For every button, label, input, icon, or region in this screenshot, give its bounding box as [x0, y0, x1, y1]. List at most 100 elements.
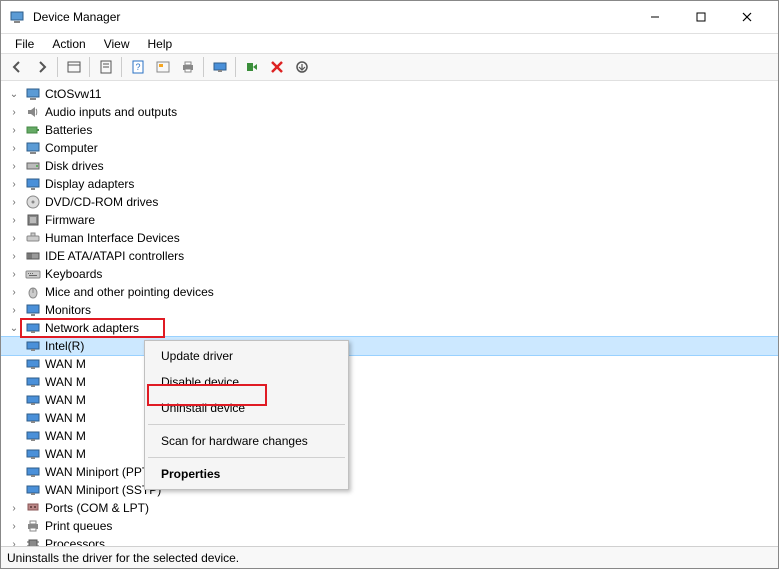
app-icon: [9, 9, 25, 25]
network-adapter-icon: [25, 428, 41, 444]
scan-button[interactable]: [208, 56, 232, 78]
menu-help[interactable]: Help: [140, 35, 181, 53]
tree-device[interactable]: WAN M: [1, 427, 778, 445]
print-button[interactable]: [176, 56, 200, 78]
tree-category[interactable]: ›Audio inputs and outputs: [1, 103, 778, 121]
tree-category[interactable]: ›Keyboards: [1, 265, 778, 283]
category-icon: [25, 122, 41, 138]
spacer: [7, 339, 21, 353]
expand-icon[interactable]: ›: [7, 231, 21, 245]
enable-button[interactable]: [240, 56, 264, 78]
show-hidden-button[interactable]: [62, 56, 86, 78]
minimize-button[interactable]: [632, 1, 678, 33]
expand-icon[interactable]: ›: [7, 105, 21, 119]
category-icon: [25, 104, 41, 120]
tree-category[interactable]: ›Firmware: [1, 211, 778, 229]
expand-icon[interactable]: ›: [7, 177, 21, 191]
expand-icon[interactable]: ›: [7, 195, 21, 209]
tree-category[interactable]: ⌄Network adapters: [1, 319, 778, 337]
expand-icon[interactable]: ›: [7, 249, 21, 263]
category-label: Batteries: [45, 123, 92, 137]
tree-category[interactable]: › Batteries: [1, 121, 778, 139]
tree-category[interactable]: › Processors: [1, 535, 778, 546]
network-adapter-icon: [25, 392, 41, 408]
category-icon: [25, 518, 41, 534]
context-update-driver[interactable]: Update driver: [147, 343, 346, 369]
tree-category[interactable]: ›Monitors: [1, 301, 778, 319]
tree-root-label: CtOSvw11: [45, 87, 101, 101]
expand-icon[interactable]: ›: [7, 537, 21, 546]
tree-device[interactable]: WAN M: [1, 373, 778, 391]
close-button[interactable]: [724, 1, 770, 33]
forward-button[interactable]: [30, 56, 54, 78]
spacer: [7, 465, 21, 479]
device-label: WAN M: [45, 411, 86, 425]
device-tree[interactable]: ⌄ CtOSvw11 ›Audio inputs and outputs›Bat…: [1, 81, 778, 546]
context-separator: [148, 424, 345, 425]
spacer: [7, 375, 21, 389]
tree-device[interactable]: WAN Miniport (SSTP): [1, 481, 778, 499]
tree-category[interactable]: ›Computer: [1, 139, 778, 157]
spacer: [7, 483, 21, 497]
tree-category[interactable]: ›Print queues: [1, 517, 778, 535]
expand-icon[interactable]: ›: [7, 141, 21, 155]
expand-icon[interactable]: ›: [7, 159, 21, 173]
spacer: [7, 393, 21, 407]
device-label: Intel(R): [45, 339, 84, 353]
tree-device[interactable]: WAN M: [1, 391, 778, 409]
network-adapter-icon: [25, 482, 41, 498]
collapse-icon[interactable]: ⌄: [7, 321, 21, 335]
expand-icon[interactable]: ›: [7, 285, 21, 299]
expand-icon[interactable]: ›: [7, 267, 21, 281]
category-label: Human Interface Devices: [45, 231, 180, 245]
menu-file[interactable]: File: [7, 35, 42, 53]
context-uninstall-device[interactable]: Uninstall device: [147, 395, 346, 421]
tree-category[interactable]: › DVD/CD-ROM drives: [1, 193, 778, 211]
expand-icon[interactable]: ›: [7, 123, 21, 137]
expand-icon[interactable]: ›: [7, 213, 21, 227]
category-icon: [25, 302, 41, 318]
tree-root[interactable]: ⌄ CtOSvw11: [1, 85, 778, 103]
uninstall-button[interactable]: [265, 56, 289, 78]
menu-view[interactable]: View: [96, 35, 138, 53]
category-label: DVD/CD-ROM drives: [45, 195, 158, 209]
category-label: Processors: [45, 537, 105, 546]
tree-category[interactable]: ›Display adapters: [1, 175, 778, 193]
menu-action[interactable]: Action: [44, 35, 93, 53]
category-icon: [25, 176, 41, 192]
collapse-icon[interactable]: ⌄: [7, 87, 21, 101]
expand-icon[interactable]: ›: [7, 303, 21, 317]
update-button[interactable]: [290, 56, 314, 78]
category-icon: [25, 536, 41, 546]
maximize-button[interactable]: [678, 1, 724, 33]
device-label: WAN M: [45, 357, 86, 371]
tree-category[interactable]: ›Disk drives: [1, 157, 778, 175]
context-disable-device[interactable]: Disable device: [147, 369, 346, 395]
context-scan-hardware[interactable]: Scan for hardware changes: [147, 428, 346, 454]
tree-device[interactable]: Intel(R): [1, 337, 778, 355]
category-icon: [25, 320, 41, 336]
category-label: IDE ATA/ATAPI controllers: [45, 249, 184, 263]
category-icon: [25, 230, 41, 246]
context-separator: [148, 457, 345, 458]
tree-device[interactable]: WAN M: [1, 445, 778, 463]
expand-icon[interactable]: ›: [7, 501, 21, 515]
tree-category[interactable]: › Mice and other pointing devices: [1, 283, 778, 301]
tree-device[interactable]: WAN M: [1, 409, 778, 427]
action-button[interactable]: [151, 56, 175, 78]
category-icon: [25, 284, 41, 300]
device-label: WAN M: [45, 375, 86, 389]
expand-icon[interactable]: ›: [7, 519, 21, 533]
tree-device[interactable]: WAN Miniport (PPTP): [1, 463, 778, 481]
help-button[interactable]: ?: [126, 56, 150, 78]
tree-category[interactable]: › Human Interface Devices: [1, 229, 778, 247]
context-properties[interactable]: Properties: [147, 461, 346, 487]
category-label: Mice and other pointing devices: [45, 285, 214, 299]
back-button[interactable]: [5, 56, 29, 78]
category-icon: [25, 158, 41, 174]
tree-category[interactable]: ›Ports (COM & LPT): [1, 499, 778, 517]
properties-button[interactable]: [94, 56, 118, 78]
tree-category[interactable]: › IDE ATA/ATAPI controllers: [1, 247, 778, 265]
toolbar-separator: [235, 57, 237, 77]
tree-device[interactable]: WAN M: [1, 355, 778, 373]
